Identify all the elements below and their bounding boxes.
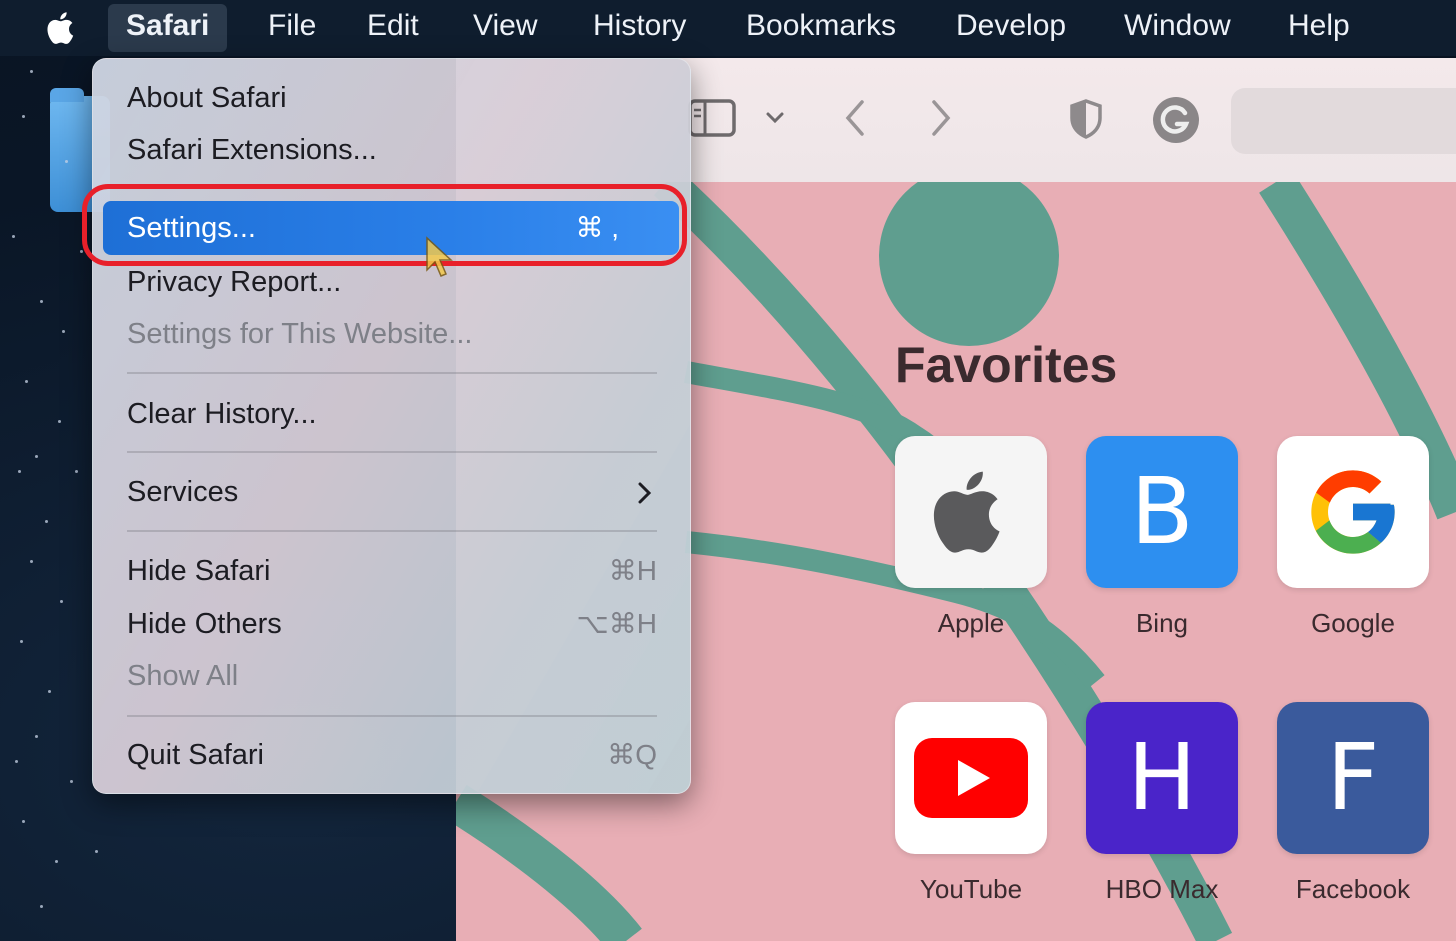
menu-edit[interactable]: Edit (349, 4, 437, 52)
star-dot (70, 780, 73, 783)
menu-history[interactable]: History (575, 4, 704, 52)
star-dot (48, 690, 51, 693)
favorite-hbo-max[interactable]: H HBO Max (1084, 702, 1240, 905)
favorite-label: Apple (937, 608, 1005, 638)
star-dot (22, 115, 25, 118)
favorite-tile[interactable]: F (1277, 702, 1429, 854)
menu-bar: Safari File Edit View History Bookmarks … (0, 0, 1456, 56)
favorite-label: HBO Max (1105, 874, 1219, 904)
menu-window[interactable]: Window (1106, 4, 1249, 52)
menu-separator (127, 530, 657, 532)
apple-logo-icon (933, 471, 1000, 553)
menu-item-hide-others[interactable]: Hide Others ⌥⌘H (127, 599, 657, 649)
menu-item-about-safari[interactable]: About Safari (127, 73, 657, 123)
favorite-letter: H (1127, 724, 1197, 831)
menu-item-hide-safari[interactable]: Hide Safari ⌘H (127, 546, 657, 596)
menu-shortcut: ⌘H (608, 555, 657, 586)
favorite-tile[interactable] (895, 436, 1047, 588)
star-dot (60, 600, 63, 603)
favorite-letter: F (1326, 724, 1380, 831)
favorite-tile[interactable]: H (1086, 702, 1238, 854)
menu-item-clear-history[interactable]: Clear History... (127, 389, 657, 439)
back-icon[interactable] (842, 98, 868, 138)
menu-item-label: Services (127, 476, 239, 508)
menu-separator (127, 372, 657, 374)
star-dot (35, 455, 38, 458)
favorite-label: Facebook (1295, 874, 1411, 904)
grammarly-extension-icon[interactable] (1152, 96, 1200, 144)
star-dot (95, 850, 98, 853)
star-dot (18, 470, 21, 473)
star-dot (20, 640, 23, 643)
star-dot (25, 380, 28, 383)
favorite-tile[interactable] (1277, 436, 1429, 588)
forward-icon[interactable] (928, 98, 954, 138)
sidebar-toggle-icon[interactable] (688, 98, 736, 138)
star-dot (80, 250, 83, 253)
favorite-letter: B (1130, 458, 1194, 565)
favorite-label: Bing (1135, 608, 1189, 638)
google-g-icon (1311, 470, 1395, 554)
menu-item-label: Hide Others (127, 608, 282, 640)
favorite-facebook[interactable]: F Facebook (1275, 702, 1431, 905)
star-dot (30, 70, 33, 73)
menu-shortcut: ⌥⌘H (576, 608, 658, 639)
star-dot (35, 735, 38, 738)
privacy-shield-icon[interactable] (1068, 98, 1104, 140)
menu-item-services[interactable]: Services (127, 467, 657, 517)
star-dot (58, 420, 61, 423)
menu-develop[interactable]: Develop (938, 4, 1084, 52)
star-dot (65, 160, 68, 163)
menu-separator (127, 451, 657, 453)
star-dot (12, 235, 15, 238)
mouse-cursor-icon (426, 236, 453, 277)
chevron-right-icon (638, 482, 652, 504)
menu-item-settings-for-website[interactable]: Settings for This Website... (127, 309, 657, 359)
favorite-tile[interactable] (895, 702, 1047, 854)
favorites-heading: Favorites (895, 337, 1118, 393)
star-dot (15, 760, 18, 763)
favorite-bing[interactable]: B Bing (1084, 436, 1240, 639)
favorite-apple[interactable]: Apple (893, 436, 1049, 639)
menu-item-safari-extensions[interactable]: Safari Extensions... (127, 125, 657, 175)
star-dot (45, 520, 48, 523)
safari-menu-dropdown: About Safari Safari Extensions... Settin… (92, 58, 691, 794)
address-bar[interactable] (1231, 88, 1456, 154)
apple-menu-icon[interactable] (44, 8, 80, 48)
menu-shortcut: ⌘Q (607, 739, 657, 770)
youtube-play-icon (914, 738, 1028, 818)
favorite-tile[interactable]: B (1086, 436, 1238, 588)
favorite-youtube[interactable]: YouTube (893, 702, 1049, 905)
menu-view[interactable]: View (455, 4, 555, 52)
star-dot (55, 860, 58, 863)
menu-item-label: Quit Safari (127, 739, 264, 771)
star-dot (62, 330, 65, 333)
star-dot (75, 470, 78, 473)
menu-file[interactable]: File (250, 4, 334, 52)
star-dot (40, 300, 43, 303)
menu-separator (127, 715, 657, 717)
star-dot (30, 560, 33, 563)
star-dot (40, 905, 43, 908)
menu-help[interactable]: Help (1270, 4, 1368, 52)
menu-bookmarks[interactable]: Bookmarks (728, 4, 914, 52)
favorite-label: Google (1311, 608, 1395, 638)
menu-item-show-all[interactable]: Show All (127, 651, 657, 701)
star-dot (22, 820, 25, 823)
menu-item-label: Hide Safari (127, 555, 271, 587)
chevron-down-icon[interactable] (764, 110, 786, 126)
favorite-google[interactable]: Google (1275, 436, 1431, 639)
favorite-label: YouTube (919, 874, 1023, 904)
annotation-highlight-ring (82, 184, 687, 266)
menu-item-quit-safari[interactable]: Quit Safari ⌘Q (127, 730, 657, 780)
menu-safari[interactable]: Safari (108, 4, 228, 52)
